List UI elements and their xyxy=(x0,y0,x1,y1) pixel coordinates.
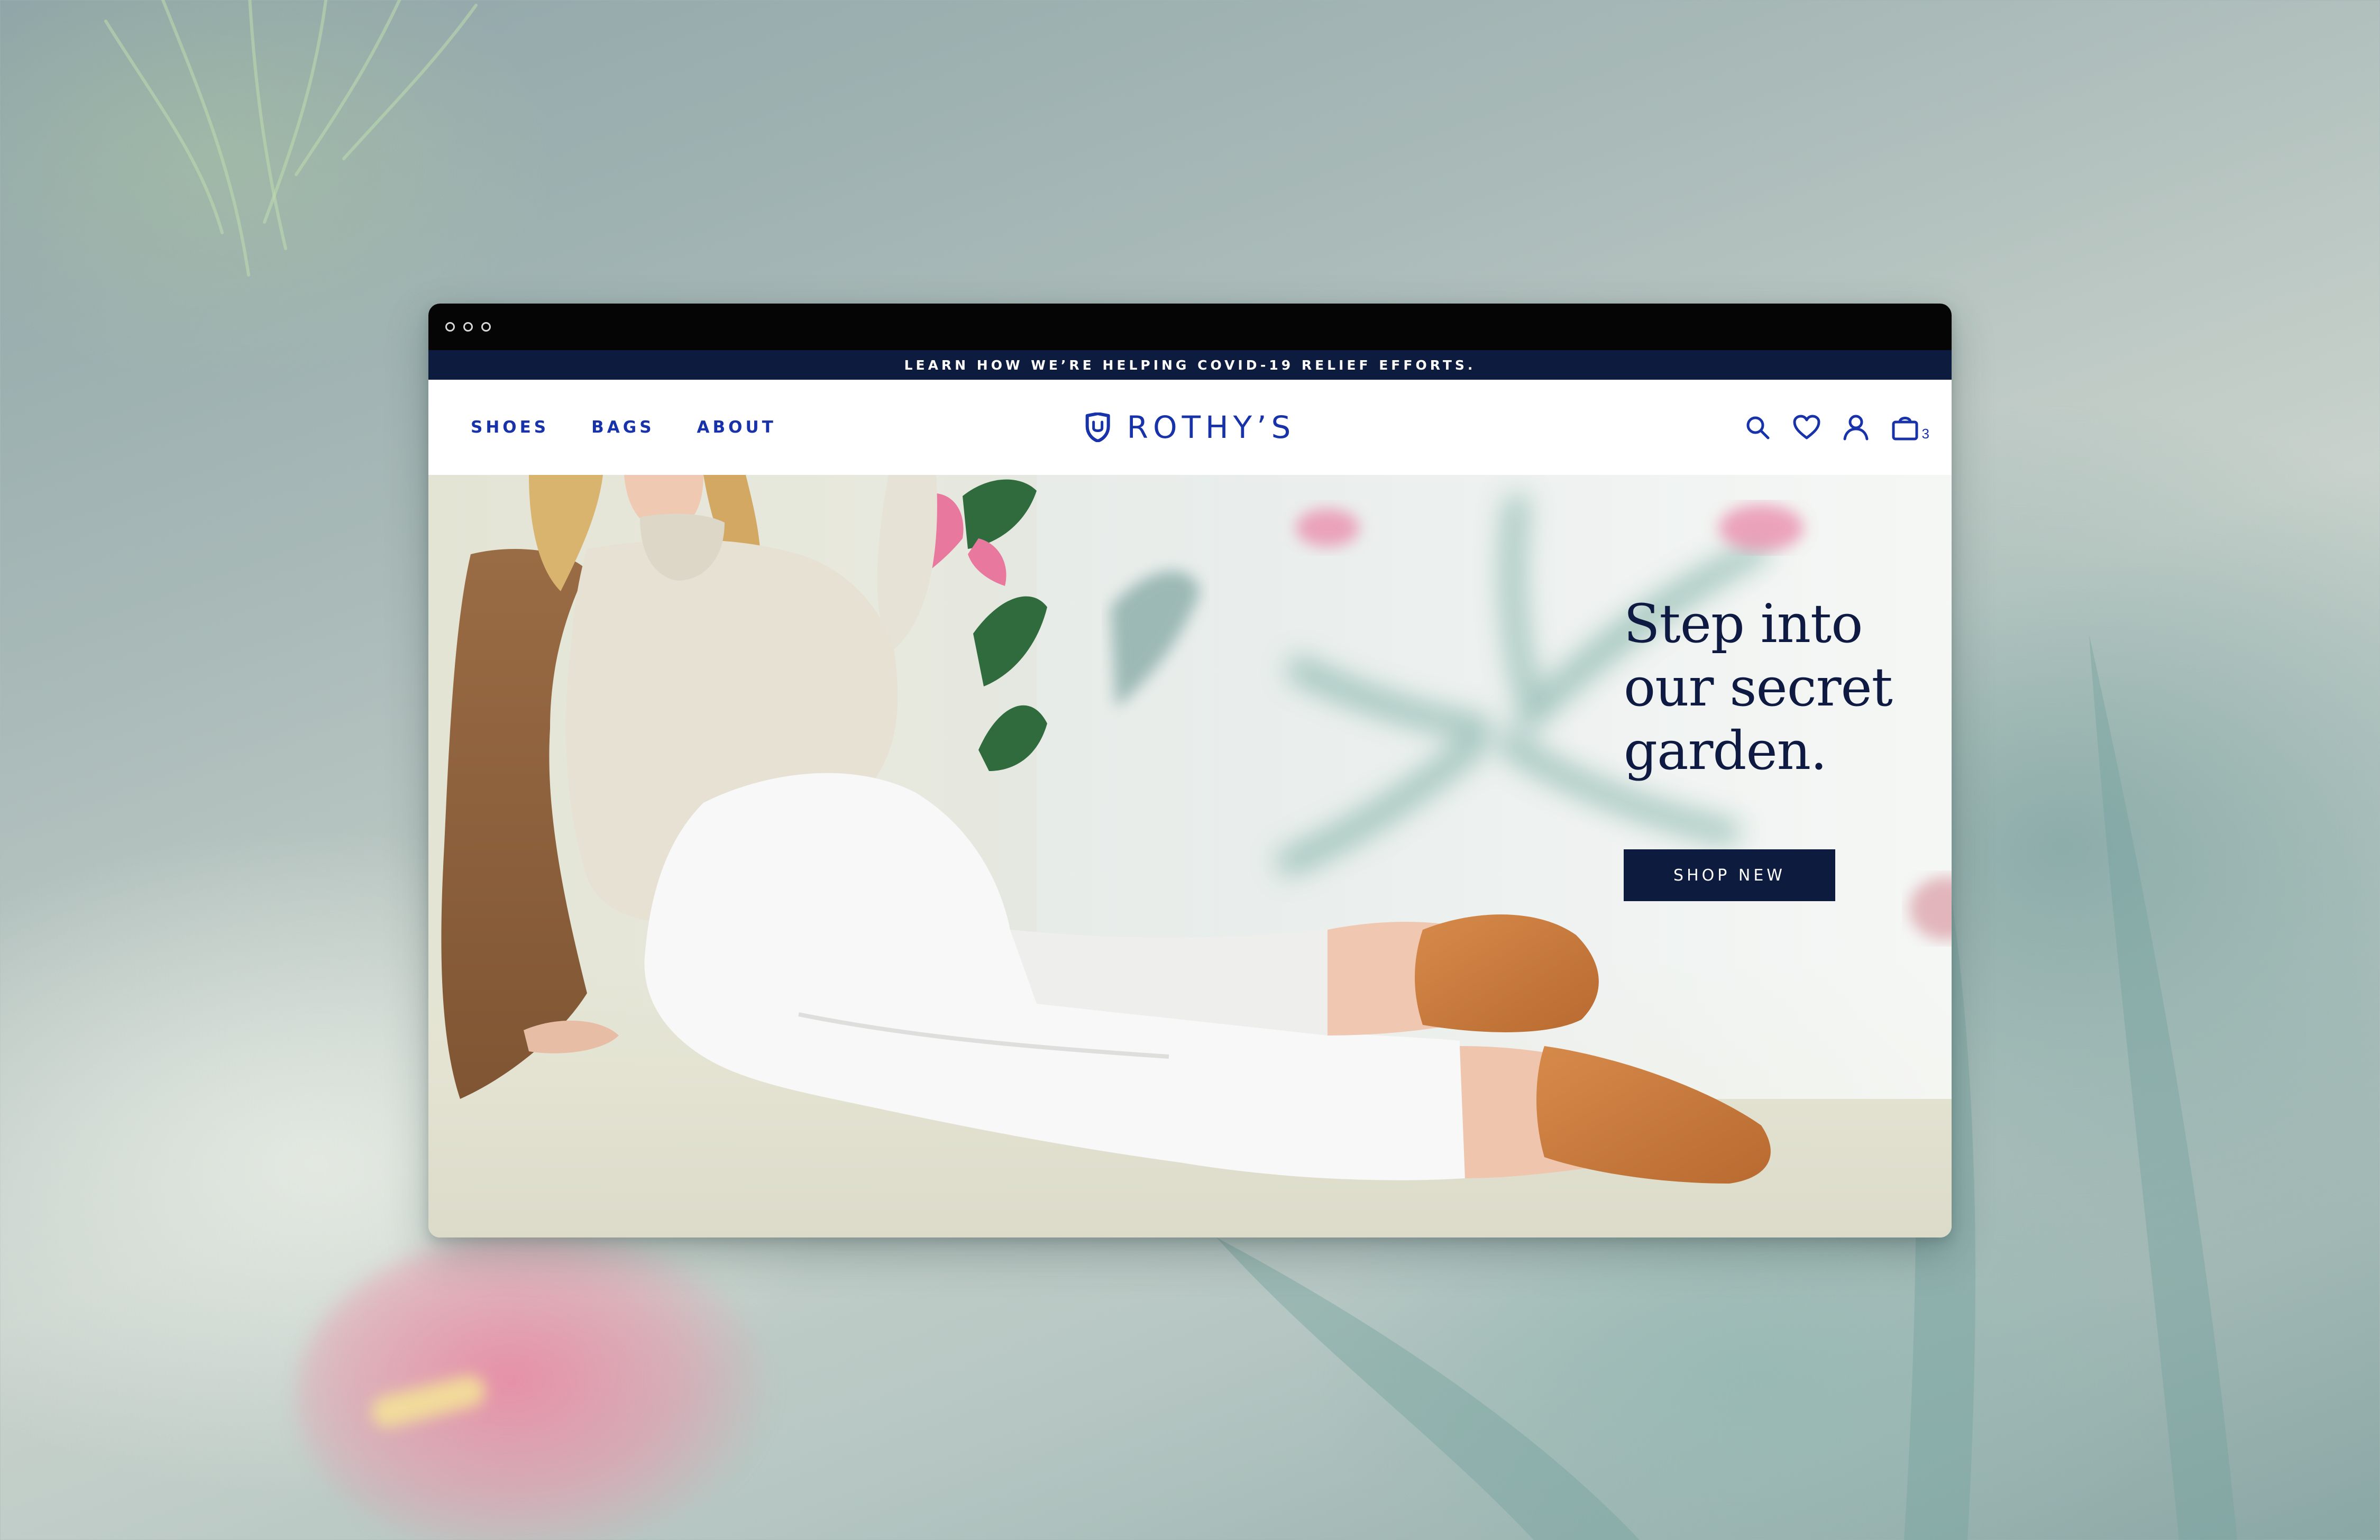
window-minimize-dot[interactable] xyxy=(463,322,473,332)
account-icon xyxy=(1843,415,1869,441)
window-close-dot[interactable] xyxy=(445,322,455,332)
shop-new-button[interactable]: SHOP NEW xyxy=(1624,849,1835,901)
window-zoom-dot[interactable] xyxy=(481,322,491,332)
heart-icon xyxy=(1793,415,1820,439)
primary-nav: SHOES BAGS ABOUT xyxy=(428,418,776,437)
nav-link-about[interactable]: ABOUT xyxy=(697,418,776,437)
brand-logo[interactable]: ROTHY’S xyxy=(1085,409,1296,445)
nav-link-shoes[interactable]: SHOES xyxy=(471,418,549,437)
search-button[interactable] xyxy=(1744,414,1771,441)
announcement-text[interactable]: LEARN HOW WE’RE HELPING COVID-19 RELIEF … xyxy=(904,358,1476,373)
shield-logo-icon xyxy=(1085,412,1110,442)
site-header: SHOES BAGS ABOUT ROTHY’S 3 xyxy=(428,380,1952,475)
account-button[interactable] xyxy=(1843,414,1869,441)
shopping-bag-icon xyxy=(1892,417,1918,441)
browser-window: LEARN HOW WE’RE HELPING COVID-19 RELIEF … xyxy=(428,304,1952,1238)
cart-count-badge: 3 xyxy=(1921,426,1929,442)
hero-headline: Step into our secret garden. xyxy=(1624,593,1893,782)
logo-text: ROTHY’S xyxy=(1127,409,1296,445)
wishlist-button[interactable] xyxy=(1793,415,1820,440)
header-actions: 3 xyxy=(1744,414,1929,442)
hero-copy: Step into our secret garden. SHOP NEW xyxy=(1624,592,1920,901)
window-titlebar xyxy=(428,304,1952,350)
cart-button[interactable]: 3 xyxy=(1891,414,1929,442)
search-icon xyxy=(1746,416,1770,439)
nav-link-bags[interactable]: BAGS xyxy=(591,418,654,437)
background-flower xyxy=(296,1232,772,1540)
hero-banner: Step into our secret garden. SHOP NEW xyxy=(428,475,1952,1238)
announcement-bar[interactable]: LEARN HOW WE’RE HELPING COVID-19 RELIEF … xyxy=(428,350,1952,380)
